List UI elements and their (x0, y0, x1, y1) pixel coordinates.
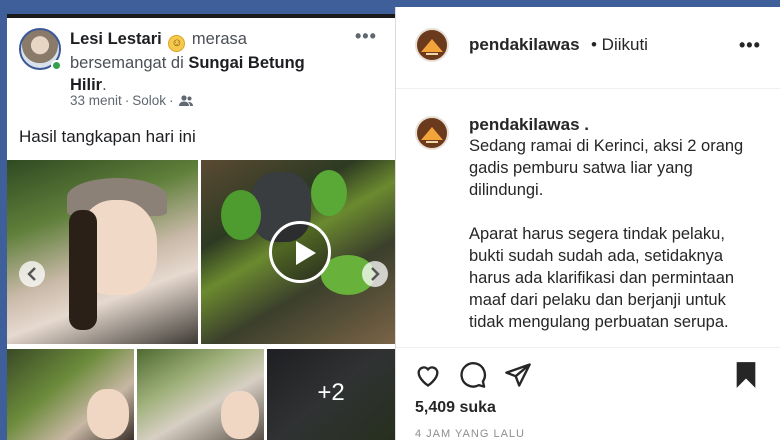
caption-text: Sedang ramai di Kerinci, aksi 2 orang ga… (469, 135, 759, 355)
post-caption: Hasil tangkapan hari ini (19, 127, 196, 146)
bookmark-icon[interactable] (733, 361, 759, 389)
divider (396, 347, 780, 348)
photo-thumbnail-more[interactable]: +2 (267, 349, 395, 440)
people-icon (178, 95, 193, 106)
share-icon[interactable] (504, 361, 532, 389)
photo-thumbnail-2[interactable] (137, 349, 264, 440)
profile-avatar[interactable] (415, 28, 449, 62)
post-time[interactable]: 33 menit (70, 93, 122, 108)
photo-birds-video[interactable] (201, 160, 395, 344)
post-timestamp: 4 JAM YANG LALU (415, 428, 525, 440)
username-link[interactable]: pendakilawas (469, 35, 580, 55)
smile-emoji-icon: ☺ (168, 35, 186, 52)
instagram-post: pendakilawas • Diikuti ••• pendakilawas … (395, 7, 780, 440)
caption-username[interactable]: pendakilawas . (469, 115, 589, 135)
author-name[interactable]: Lesi Lestari (70, 30, 162, 48)
heart-icon[interactable] (414, 361, 442, 389)
next-arrow-icon[interactable] (362, 261, 388, 287)
more-options-icon[interactable]: ••• (739, 35, 761, 56)
post-meta: 33 menit · Solok · (70, 93, 193, 108)
photo-selfie[interactable] (7, 160, 198, 344)
post-header: Lesi Lestari ☺ merasa bersemangat di Sun… (70, 30, 305, 94)
caption-avatar[interactable] (415, 116, 449, 150)
play-icon[interactable] (269, 221, 331, 283)
photo-thumbnail-1[interactable] (7, 349, 134, 440)
post-header: pendakilawas • Diikuti ••• (396, 7, 780, 89)
likes-count[interactable]: 5,409 suka (415, 399, 496, 417)
place-tag[interactable]: Solok (132, 93, 166, 108)
caption-paragraph: Sedang ramai di Kerinci, aksi 2 orang ga… (469, 137, 744, 199)
follow-status[interactable]: • Diikuti (591, 35, 648, 55)
top-bar (7, 14, 395, 18)
caption-paragraph: Aparat harus segera tindak pelaku, bukti… (469, 225, 735, 331)
facebook-post: Lesi Lestari ☺ merasa bersemangat di Sun… (7, 14, 395, 440)
online-status-icon (51, 60, 62, 71)
more-options-icon[interactable]: ••• (355, 26, 377, 47)
comment-icon[interactable] (459, 361, 487, 389)
more-photos-count: +2 (317, 379, 345, 406)
previous-arrow-icon[interactable] (19, 261, 45, 287)
